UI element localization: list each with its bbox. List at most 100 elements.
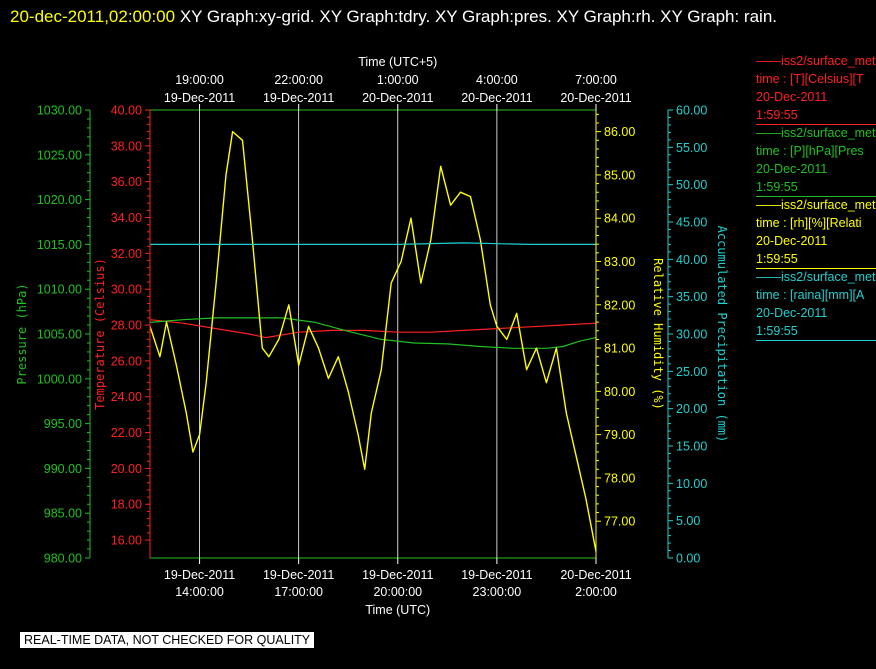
x-tick-label-bottom-date: 19-Dec-2011 [263, 568, 334, 582]
legend-variable: time : [raina][mm][A [756, 288, 865, 302]
x-tick-label-bottom-time: 23:00:00 [473, 585, 522, 599]
x-tick-label-bottom-time: 20:00:00 [373, 585, 422, 599]
humidity-tick-label: 77.00 [604, 515, 635, 529]
legend-time: 1:59:55 [756, 324, 798, 338]
legend-entry-pressure: ——iss2/surface_met time : [P][hPa][Pres … [756, 124, 876, 197]
legend-date: 20-Dec-2011 [756, 234, 828, 248]
humidity-tick-label: 79.00 [604, 428, 635, 442]
precipitation-tick-label: 10.00 [676, 477, 707, 491]
precipitation-series-line [150, 242, 596, 245]
temperature-axis-label: Temperature (Celsius) [93, 258, 107, 410]
xy-graph: 19-Dec-2011 14:00:00 19:00:00 19-Dec-2011 19… [15, 55, 729, 617]
pressure-tick-label: 1030.00 [37, 104, 82, 118]
temperature-tick-label: 32.00 [111, 247, 142, 261]
pressure-tick-label: 985.00 [44, 507, 82, 521]
axes-layer: 19-Dec-2011 14:00:00 19:00:00 19-Dec-2011 19… [15, 55, 729, 617]
pressure-tick-label: 1005.00 [37, 328, 82, 342]
x-tick-label-top-time: 22:00:00 [274, 73, 323, 87]
legend-variable: time : [rh][%][Relati [756, 216, 862, 230]
grid-lines [149, 109, 597, 559]
precipitation-tick-label: 40.00 [676, 253, 707, 267]
precipitation-tick-label: 35.00 [676, 290, 707, 304]
precipitation-tick-label: 30.00 [676, 328, 707, 342]
x-tick-label-bottom-time: 17:00:00 [274, 585, 323, 599]
legend-entry-humidity: ——iss2/surface_met time : [rh][%][Relati… [756, 196, 876, 269]
pressure-tick-label: 990.00 [44, 462, 82, 476]
humidity-tick-label: 80.00 [604, 385, 635, 399]
x-tick-label-bottom-time: 14:00:00 [175, 585, 224, 599]
pressure-tick-label: 995.00 [44, 417, 82, 431]
pressure-tick-label: 1010.00 [37, 283, 82, 297]
humidity-tick-label: 84.00 [604, 212, 635, 226]
precipitation-tick-label: 45.00 [676, 216, 707, 230]
legend-date: 20-Dec-2011 [756, 90, 828, 104]
temperature-tick-label: 40.00 [111, 104, 142, 118]
precipitation-tick-label: 50.00 [676, 178, 707, 192]
x-tick-label-top-date: 19-Dec-2011 [263, 91, 334, 105]
legend-series-name: ——iss2/surface_met [756, 126, 876, 140]
humidity-tick-label: 81.00 [604, 342, 635, 356]
legend-date: 20-Dec-2011 [756, 162, 828, 176]
pressure-series-line [149, 317, 597, 349]
pressure-tick-label: 1020.00 [37, 193, 82, 207]
pressure-tick-label: 1015.00 [37, 238, 82, 252]
x-tick-label-bottom-date: 19-Dec-2011 [164, 568, 235, 582]
pressure-tick-label: 1025.00 [37, 148, 82, 162]
precipitation-tick-label: 5.00 [676, 514, 700, 528]
legend-entry-temperature: ——iss2/surface_met time : [T][Celsius][T… [756, 52, 876, 125]
quality-disclaimer: REAL-TIME DATA, NOT CHECKED FOR QUALITY [20, 632, 315, 648]
temperature-tick-label: 22.00 [111, 426, 142, 440]
temperature-tick-label: 16.00 [111, 534, 142, 548]
pressure-axis-label: Pressure (hPa) [15, 283, 29, 384]
x-tick-label-top-time: 1:00:00 [377, 73, 419, 87]
precipitation-axis-label: Accumulated Precipitation (mm) [715, 226, 729, 443]
humidity-tick-label: 83.00 [604, 255, 635, 269]
x-tick-label-top-time: 4:00:00 [476, 73, 518, 87]
temperature-tick-label: 36.00 [111, 175, 142, 189]
temperature-tick-label: 24.00 [111, 390, 142, 404]
temperature-tick-label: 38.00 [111, 139, 142, 153]
pressure-tick-label: 980.00 [44, 552, 82, 566]
precipitation-tick-label: 25.00 [676, 365, 707, 379]
x-tick-label-bottom-time: 2:00:00 [575, 585, 617, 599]
humidity-series-line [149, 130, 597, 552]
humidity-tick-label: 78.00 [604, 471, 635, 485]
temperature-tick-label: 26.00 [111, 354, 142, 368]
legend-time: 1:59:55 [756, 252, 798, 266]
legend-time: 1:59:55 [756, 180, 798, 194]
humidity-axis-label: Relative Humidity (%) [651, 258, 665, 410]
humidity-tick-label: 82.00 [604, 298, 635, 312]
precipitation-tick-label: 20.00 [676, 402, 707, 416]
legend-variable: time : [P][hPa][Pres [756, 144, 864, 158]
temperature-series-line [149, 319, 597, 339]
legend-series-name: ——iss2/surface_met [756, 54, 876, 68]
series-layer [149, 130, 597, 552]
x-tick-label-top-date: 20-Dec-2011 [362, 91, 433, 105]
plot-frame [149, 109, 597, 559]
humidity-tick-label: 86.00 [604, 125, 635, 139]
temperature-tick-label: 20.00 [111, 462, 142, 476]
legend-date: 20-Dec-2011 [756, 306, 828, 320]
temperature-tick-label: 30.00 [111, 283, 142, 297]
x-tick-label-bottom-date: 19-Dec-2011 [461, 568, 532, 582]
x-tick-label-bottom-date: 19-Dec-2011 [362, 568, 433, 582]
precipitation-tick-label: 0.00 [676, 552, 700, 566]
precipitation-tick-label: 15.00 [676, 440, 707, 454]
legend-variable: time : [T][Celsius][T [756, 72, 864, 86]
temperature-tick-label: 28.00 [111, 319, 142, 333]
humidity-tick-label: 85.00 [604, 168, 635, 182]
x-tick-label-top-date: 19-Dec-2011 [164, 91, 235, 105]
pressure-tick-label: 1000.00 [37, 372, 82, 386]
precipitation-tick-label: 55.00 [676, 141, 707, 155]
x-axis-label-top: Time (UTC+5) [358, 55, 437, 69]
legend-series-name: ——iss2/surface_met [756, 270, 876, 284]
x-tick-label-top-date: 20-Dec-2011 [560, 91, 631, 105]
x-tick-label-top-date: 20-Dec-2011 [461, 91, 532, 105]
x-tick-label-top-time: 7:00:00 [575, 73, 617, 87]
legend-time: 1:59:55 [756, 108, 798, 122]
x-tick-label-top-time: 19:00:00 [175, 73, 224, 87]
legend-entry-precipitation: ——iss2/surface_met time : [raina][mm][A … [756, 268, 876, 341]
legend-series-name: ——iss2/surface_met [756, 198, 876, 212]
x-axis-label-bottom: Time (UTC) [365, 603, 430, 617]
precipitation-tick-label: 60.00 [676, 104, 707, 118]
